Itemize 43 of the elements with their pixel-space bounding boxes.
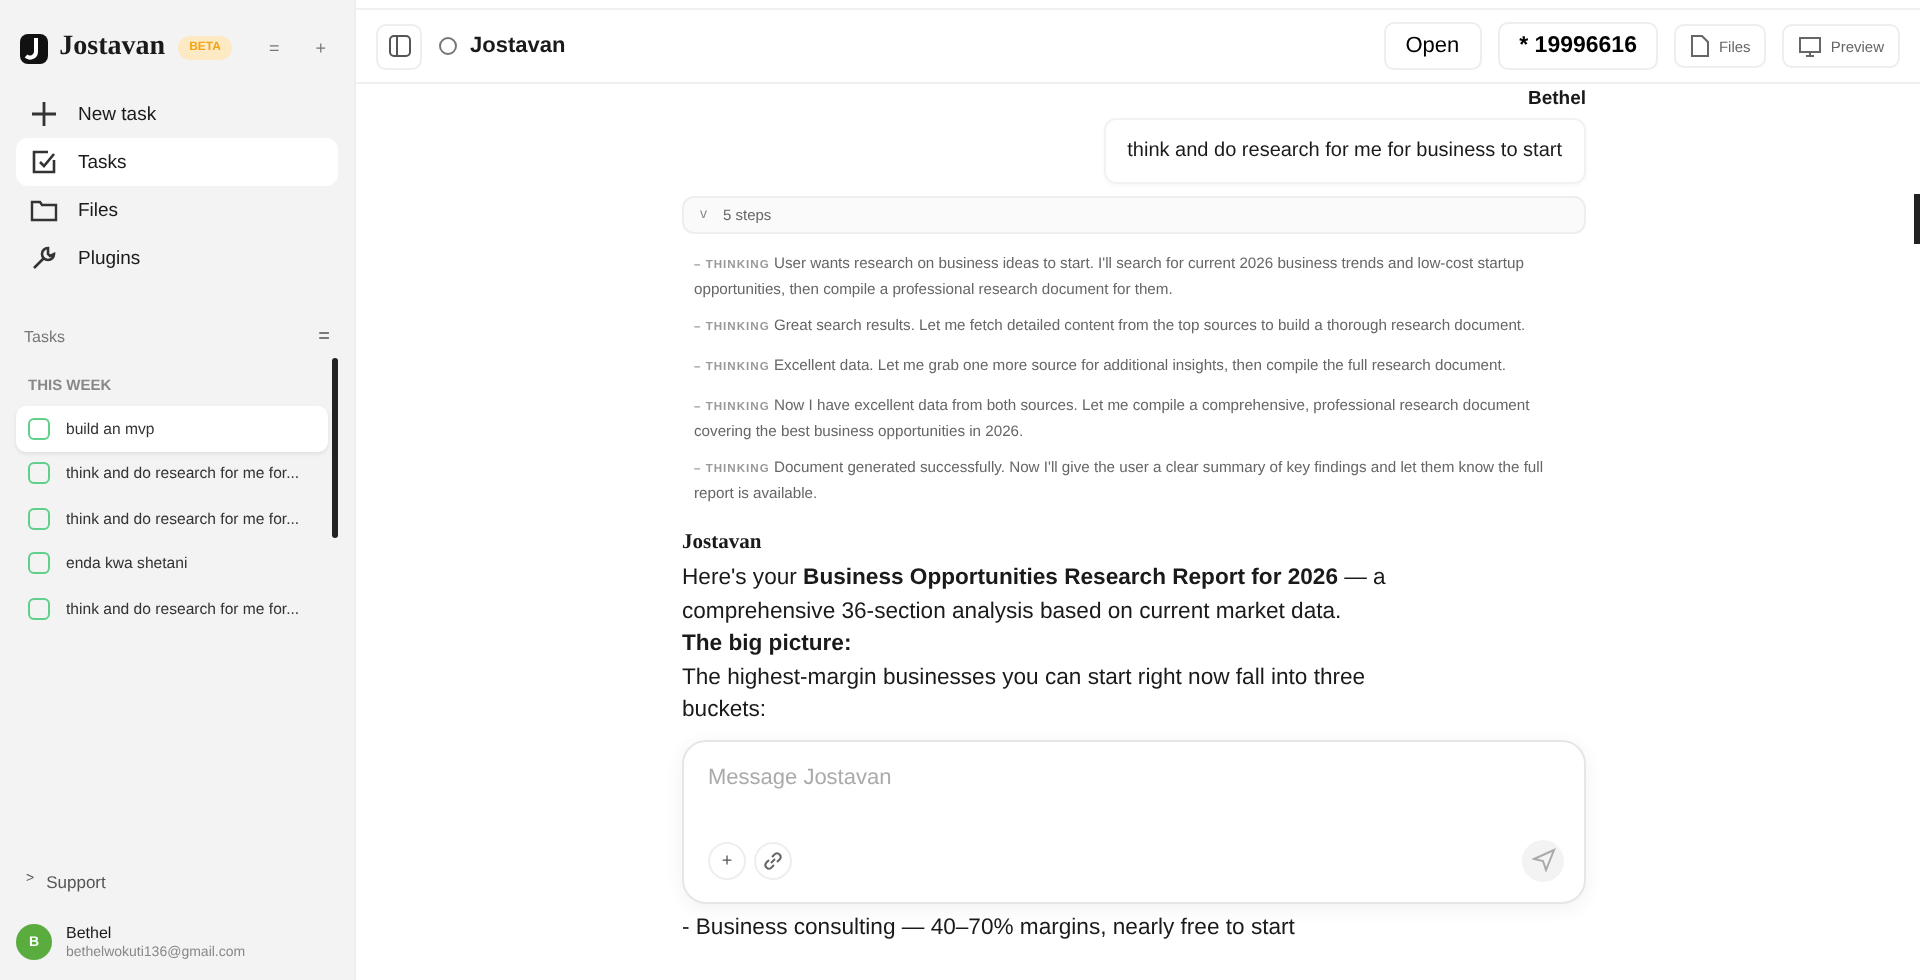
assistant-name: Jostavan (682, 532, 764, 554)
message-input[interactable]: Message Jostavan (708, 765, 1564, 789)
task-status-icon (28, 507, 50, 530)
add-button[interactable]: + (708, 841, 746, 879)
send-icon (1531, 848, 1555, 872)
open-button[interactable]: Open (1383, 22, 1482, 70)
nav-item[interactable]: Plugins (16, 234, 338, 282)
folder-icon (30, 196, 58, 224)
send-button[interactable] (1522, 839, 1564, 881)
attach-button[interactable] (754, 841, 792, 879)
nav-item[interactable]: New task (16, 90, 338, 138)
sender-name: Bethel (1527, 88, 1586, 110)
answer-paragraph: Here's your Business Opportunities Research Report for 2026 — a comprehensive 36-section analysis based on current market data. (682, 564, 1388, 627)
tasks-menu-button[interactable]: = (318, 326, 330, 348)
file-icon (1690, 34, 1711, 58)
brand-name: Jostavan (59, 32, 166, 64)
task-status-icon (28, 417, 50, 440)
sidebar-panel-icon (387, 34, 411, 58)
chat-title: Jostavan (470, 34, 566, 58)
task-status-icon (28, 462, 50, 485)
count-button[interactable]: * 19996616 (1497, 22, 1659, 70)
wrench-icon (30, 244, 58, 272)
sidebar-header-button[interactable]: + (303, 38, 338, 58)
sidebar-toggle-button[interactable] (376, 23, 422, 69)
user-name: Bethel (66, 924, 114, 942)
scrollbar[interactable] (1914, 194, 1920, 244)
monitor-icon (1798, 35, 1823, 57)
checkbox-icon (30, 148, 58, 176)
loading-icon (438, 36, 458, 56)
task-status-icon (28, 552, 50, 575)
answer-paragraph: - Business consulting — 40–70% margins, nearly free to start (682, 913, 1297, 943)
link-icon (762, 849, 784, 871)
plus-icon (30, 100, 58, 128)
answer-paragraph: The highest-margin businesses you can start right now fall into three buckets: (682, 663, 1368, 726)
user-message: think and do research for me for business to start (1103, 118, 1586, 184)
tasks-heading: Tasks (24, 328, 65, 346)
nav-item[interactable]: Tasks (16, 138, 338, 186)
answer-heading: The big picture: (682, 630, 854, 660)
task-status-icon (28, 597, 50, 620)
nav-item[interactable]: Files (16, 186, 338, 234)
sidebar-header-button[interactable]: = (256, 38, 292, 58)
scrollbar[interactable] (332, 358, 338, 538)
logo-icon (20, 33, 48, 63)
